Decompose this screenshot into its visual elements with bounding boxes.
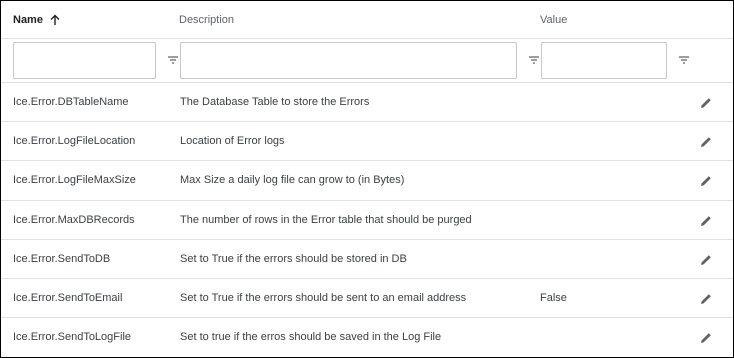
row-name: Ice.Error.SendToLogFile	[13, 331, 132, 344]
pencil-icon[interactable]	[699, 331, 713, 345]
grid-header: Name Description Value	[1, 1, 733, 39]
filter-icon[interactable]	[166, 53, 180, 67]
column-header-description[interactable]: Description	[179, 1, 234, 39]
row-description: Set to true if the erros should be saved…	[180, 331, 442, 344]
settings-grid: Name Description Value Ice.Error.DBTable	[0, 0, 734, 358]
row-description: The Database Table to store the Errors	[180, 96, 370, 108]
row-name: Ice.Error.LogFileLocation	[13, 135, 136, 148]
table-row[interactable]: Ice.Error.MaxDBRecords The number of row…	[1, 201, 733, 240]
pencil-icon[interactable]	[699, 96, 713, 110]
filter-row	[1, 39, 733, 83]
table-row[interactable]: Ice.Error.SendToDB Set to True if the er…	[1, 240, 733, 279]
row-name: Ice.Error.SendToDB	[13, 252, 111, 265]
pencil-icon[interactable]	[699, 292, 713, 306]
row-name: Ice.Error.MaxDBRecords	[13, 213, 135, 226]
table-row[interactable]: Ice.Error.LogFileLocation Location of Er…	[1, 122, 733, 162]
table-row[interactable]: Ice.Error.SendToLogFile Set to true if t…	[1, 318, 733, 357]
column-header-value[interactable]: Value	[540, 1, 567, 39]
row-name: Ice.Error.DBTableName	[13, 96, 129, 108]
name-filter-input[interactable]	[13, 42, 156, 79]
row-description: Location of Error logs	[180, 135, 285, 148]
table-row[interactable]: Ice.Error.SendToEmail Set to True if the…	[1, 279, 733, 319]
row-description: Max Size a daily log file can grow to (i…	[180, 174, 405, 187]
row-description: The number of rows in the Error table th…	[180, 213, 472, 226]
pencil-icon[interactable]	[699, 174, 713, 188]
table-row[interactable]: Ice.Error.DBTableName The Database Table…	[1, 83, 733, 123]
column-header-name-label: Name	[13, 14, 43, 26]
pencil-icon[interactable]	[699, 214, 713, 228]
description-filter-input[interactable]	[180, 42, 517, 79]
grid-rows: Ice.Error.DBTableName The Database Table…	[1, 83, 733, 357]
row-value: False	[540, 291, 567, 304]
row-description: Set to True if the errors should be stor…	[180, 252, 407, 265]
filter-icon[interactable]	[677, 53, 691, 67]
column-header-name[interactable]: Name	[13, 1, 61, 39]
arrow-up-icon[interactable]	[49, 14, 61, 26]
row-name: Ice.Error.LogFileMaxSize	[13, 174, 136, 187]
row-name: Ice.Error.SendToEmail	[13, 291, 123, 304]
pencil-icon[interactable]	[699, 135, 713, 149]
row-description: Set to True if the errors should be sent…	[180, 291, 467, 304]
pencil-icon[interactable]	[699, 253, 713, 267]
value-filter-input[interactable]	[541, 42, 667, 79]
filter-icon[interactable]	[527, 53, 541, 67]
table-row[interactable]: Ice.Error.LogFileMaxSize Max Size a dail…	[1, 161, 733, 201]
